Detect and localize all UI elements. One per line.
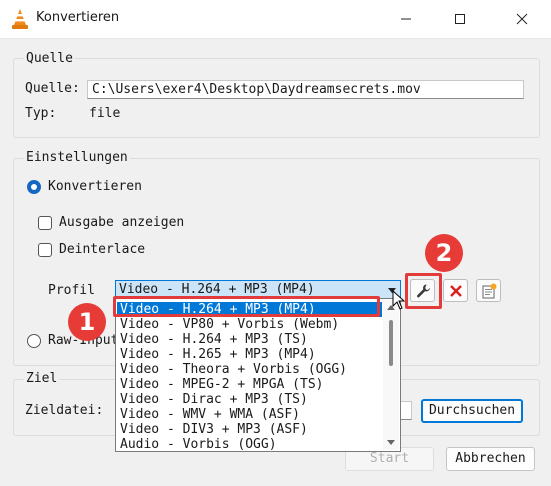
- show-output-label: Ausgabe anzeigen: [59, 215, 185, 230]
- dropdown-option[interactable]: Audio - Vorbis (OGG): [117, 437, 382, 451]
- highlight-box-selected-option: [113, 296, 380, 317]
- mouse-pointer-icon: [392, 290, 406, 310]
- dropdown-option[interactable]: Video - H.265 + MP3 (MP4): [117, 347, 382, 362]
- source-group-label: Quelle: [24, 51, 75, 67]
- step-marker-1: 1: [68, 303, 106, 341]
- dropdown-option[interactable]: Video - MPEG-2 + MPGA (TS): [117, 377, 382, 392]
- dropdown-option[interactable]: Video - VP80 + Vorbis (Webm): [117, 317, 382, 332]
- vlc-cone-icon: [10, 8, 30, 30]
- show-output-checkbox[interactable]: [38, 216, 52, 230]
- dropdown-option[interactable]: Video - DIV3 + MP3 (ASF): [117, 422, 382, 437]
- profile-label: Profil: [48, 283, 95, 298]
- step-marker-2: 2: [425, 234, 463, 272]
- dropdown-option[interactable]: Video - WMV + WMA (ASF): [117, 407, 382, 422]
- convert-radio-label: Konvertieren: [48, 179, 142, 194]
- dropdown-option[interactable]: Video - Dirac + MP3 (TS): [117, 392, 382, 407]
- close-button[interactable]: [499, 0, 545, 38]
- dropdown-option[interactable]: Video - Theora + Vorbis (OGG): [117, 362, 382, 377]
- dropdown-scrollbar[interactable]: [383, 300, 399, 450]
- highlight-box-edit-profile: [405, 273, 442, 309]
- type-value: file: [89, 106, 121, 121]
- delete-x-icon: [449, 284, 462, 297]
- maximize-icon: [455, 14, 465, 24]
- new-profile-icon: [482, 283, 496, 298]
- minimize-icon: [401, 18, 411, 20]
- maximize-button[interactable]: [437, 0, 483, 38]
- settings-group-label: Einstellungen: [24, 150, 130, 166]
- source-path-field[interactable]: C:\Users\exer4\Desktop\Daydreamsecrets.m…: [87, 80, 524, 99]
- scrollbar-thumb[interactable]: [389, 320, 393, 366]
- browse-button[interactable]: Durchsuchen: [421, 399, 523, 423]
- convert-radio[interactable]: [27, 180, 41, 194]
- cancel-button[interactable]: Abbrechen: [446, 447, 535, 471]
- type-label: Typ:: [25, 106, 57, 121]
- profile-dropdown-list[interactable]: Video - H.264 + MP3 (MP4) Video - VP80 +…: [115, 298, 401, 452]
- window-title: Konvertieren: [36, 10, 120, 25]
- delete-profile-button[interactable]: [443, 279, 468, 302]
- deinterlace-checkbox[interactable]: [38, 243, 52, 257]
- scroll-down-arrow-icon[interactable]: [387, 440, 395, 445]
- source-field-label: Quelle:: [25, 81, 80, 96]
- raw-input-radio[interactable]: [27, 334, 41, 348]
- target-group-label: Ziel: [24, 371, 60, 387]
- dropdown-option[interactable]: Video - H.264 + MP3 (TS): [117, 332, 382, 347]
- target-file-label: Zieldatei:: [25, 403, 104, 418]
- deinterlace-label: Deinterlace: [59, 242, 146, 257]
- new-profile-button[interactable]: [476, 279, 501, 302]
- title-bar: Konvertieren: [0, 0, 551, 39]
- close-icon: [516, 13, 528, 25]
- minimize-button[interactable]: [383, 0, 429, 38]
